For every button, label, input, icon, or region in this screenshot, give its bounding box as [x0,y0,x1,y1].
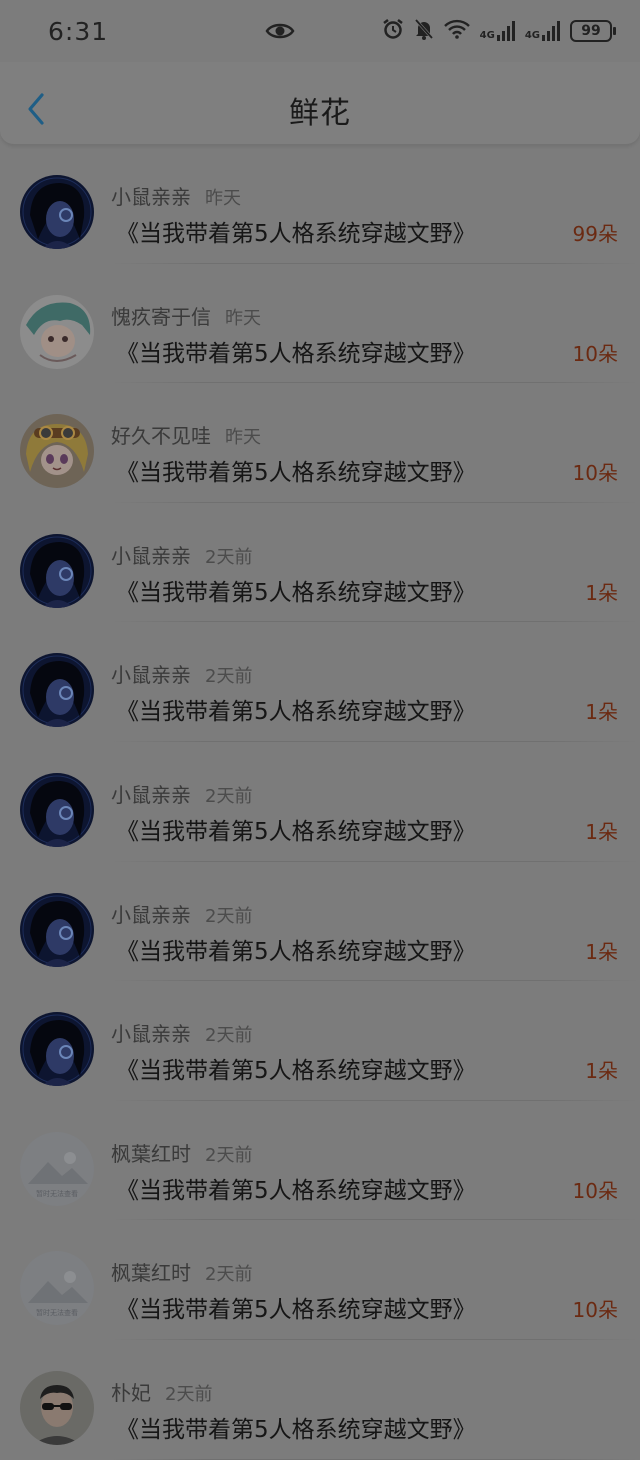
sender-name[interactable]: 小鼠亲亲 [111,663,191,687]
list-item[interactable]: 小鼠亲亲 2天前《当我带着第5人格系统穿越文野》 1朵 [0,862,640,982]
sender-name[interactable]: 小鼠亲亲 [111,544,191,568]
sent-time: 2天前 [205,666,253,688]
sender-name[interactable]: 枫葉红时 [111,1142,191,1166]
dark-hair-avatar-image[interactable] [20,1012,94,1087]
dark-hair-avatar-image[interactable] [20,892,94,967]
sent-time: 2天前 [165,1383,213,1405]
sender-name[interactable]: 枫葉红时 [111,1261,191,1285]
sender-line: 小鼠亲亲 2天前 [111,540,252,569]
dark-hair-avatar-image[interactable] [20,533,94,608]
sender-name[interactable]: 好久不见哇 [111,424,211,448]
book-title[interactable]: 《当我带着第5人格系统穿越文野》 [116,1171,476,1205]
flower-count: 10朵 [572,1178,618,1203]
dark-hair-avatar-image[interactable] [20,653,94,728]
list-item[interactable]: 小鼠亲亲 2天前《当我带着第5人格系统穿越文野》 1朵 [0,742,640,862]
flower-count: 10朵 [572,1298,618,1323]
placeholder-landscape-avatar-image[interactable]: 暂时无法查看 [20,1251,94,1326]
signal-4g-icon: 4G [480,21,515,41]
list-item[interactable]: 小鼠亲亲 昨天《当我带着第5人格系统穿越文野》 99朵 [0,144,640,264]
sender-line: 小鼠亲亲 2天前 [111,779,252,808]
sender-line: 小鼠亲亲 昨天 [111,181,241,210]
sender-line: 小鼠亲亲 2天前 [111,899,252,928]
sent-time: 2天前 [205,546,253,568]
sender-name[interactable]: 朴妃 [111,1381,151,1405]
flower-list: 小鼠亲亲 昨天 《当我带着第5人格系统穿越文野》 99朵 愧疚寄于信 昨天 《当我带着第5人… [0,144,640,1460]
sender-line: 好久不见哇 昨天 [111,420,261,449]
flower-count: 10朵 [572,461,618,486]
photo-person-avatar-image[interactable] [20,1370,94,1445]
avatar-caption: 暂时无法查看 [36,1308,78,1317]
status-time: 6:31 [48,16,109,46]
signal-4g-icon: 4G [525,21,560,41]
sender-line: 小鼠亲亲 2天前 [111,659,252,688]
flower-count: 1朵 [585,819,618,844]
sender-line: 枫葉红时 2天前 [111,1257,252,1286]
flower-count: 1朵 [585,580,618,605]
sender-line: 朴妃 2天前 [111,1377,212,1406]
list-item[interactable]: 小鼠亲亲 2天前《当我带着第5人格系统穿越文野》 1朵 [0,981,640,1101]
list-item[interactable]: 小鼠亲亲 2天前《当我带着第5人格系统穿越文野》 1朵 [0,503,640,623]
sender-name[interactable]: 小鼠亲亲 [111,1022,191,1046]
sender-line: 小鼠亲亲 2天前 [111,1018,252,1047]
sender-name[interactable]: 愧疚寄于信 [111,305,211,329]
sent-time: 昨天 [225,427,261,449]
avatar-caption: 暂时无法查看 [36,1189,78,1198]
sent-time: 昨天 [225,307,261,329]
sender-line: 愧疚寄于信 昨天 [111,301,261,330]
sent-time: 2天前 [205,785,253,807]
list-item[interactable]: 愧疚寄于信 昨天《当我带着第5人格系统穿越文野》 10朵 [0,264,640,384]
flower-count: 1朵 [585,700,618,725]
sent-time: 2天前 [205,905,253,927]
mute-bell-icon [414,18,434,44]
dark-hair-avatar-image[interactable] [20,772,94,847]
sender-line: 枫葉红时 2天前 [111,1138,252,1167]
book-title[interactable]: 《当我带着第5人格系统穿越文野》 [116,932,476,966]
sent-time: 2天前 [205,1264,253,1286]
list-item[interactable]: 暂时无法查看 枫葉红时 2天前《当我带着第5人格系统穿越文野》 10朵 [0,1220,640,1340]
wifi-icon [443,19,470,43]
book-title[interactable]: 《当我带着第5人格系统穿越文野》 [116,453,476,487]
list-item[interactable]: 朴妃 2天前《当我带着第5人格系统穿越文野》 [0,1340,640,1460]
sent-time: 2天前 [205,1144,253,1166]
book-title[interactable]: 《当我带着第5人格系统穿越文野》 [116,573,476,607]
sent-time: 2天前 [205,1025,253,1047]
sent-time: 昨天 [205,188,241,209]
nav-bar: 鲜花 [0,62,640,145]
placeholder-landscape-avatar-image[interactable]: 暂时无法查看 [20,1131,94,1206]
eye-icon [265,20,295,46]
book-title[interactable]: 《当我带着第5人格系统穿越文野》 [116,1410,476,1444]
sender-name[interactable]: 小鼠亲亲 [111,185,191,209]
blonde-anime-avatar-image[interactable] [20,414,94,489]
list-item[interactable]: 好久不见哇 昨天《当我带着第5人格系统穿越文野》 10朵 [0,383,640,503]
book-title[interactable]: 《当我带着第5人格系统穿越文野》 [116,692,476,726]
book-title[interactable]: 《当我带着第5人格系统穿越文野》 [116,214,476,248]
alarm-icon [382,18,404,44]
book-title[interactable]: 《当我带着第5人格系统穿越文野》 [116,812,476,846]
flower-count: 99朵 [572,222,618,246]
sender-name[interactable]: 小鼠亲亲 [111,903,191,927]
status-icons: 4G 4G 99 [382,18,616,44]
book-title[interactable]: 《当我带着第5人格系统穿越文野》 [116,1051,476,1085]
status-bar: 6:31 4G 4G 99 [0,0,640,62]
list-item[interactable]: 暂时无法查看 枫葉红时 2天前《当我带着第5人格系统穿越文野》 10朵 [0,1101,640,1221]
book-title[interactable]: 《当我带着第5人格系统穿越文野》 [116,1290,476,1324]
book-title[interactable]: 《当我带着第5人格系统穿越文野》 [116,334,476,368]
page-title: 鲜花 [289,96,351,131]
flower-count: 1朵 [585,939,618,964]
list-item[interactable]: 小鼠亲亲 2天前《当我带着第5人格系统穿越文野》 1朵 [0,622,640,742]
flower-count: 10朵 [572,341,618,366]
teal-anime-avatar-image[interactable] [20,294,94,369]
sender-name[interactable]: 小鼠亲亲 [111,783,191,807]
battery-indicator: 99 [570,20,616,42]
dark-hair-avatar-image[interactable] [20,175,94,249]
flower-count: 1朵 [585,1059,618,1084]
